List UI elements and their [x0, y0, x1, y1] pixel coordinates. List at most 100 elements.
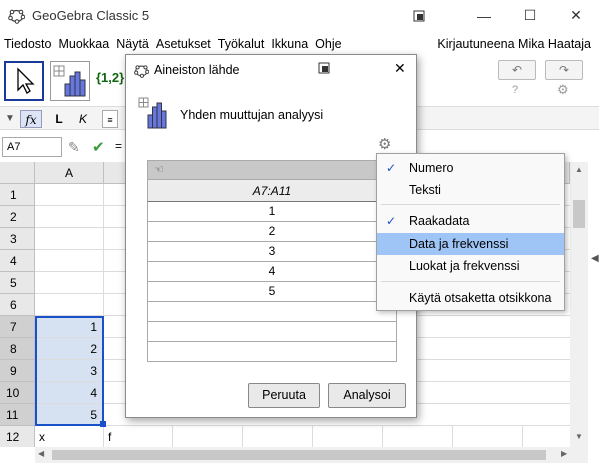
cancel-button[interactable]: Peruuta [248, 383, 320, 408]
menu-help[interactable]: Ohje [312, 37, 344, 51]
menu-separator [381, 204, 560, 205]
cell-reference-field[interactable]: A7 [2, 137, 62, 157]
menu-item-label: Teksti [409, 183, 441, 197]
cell-a8[interactable]: 2 [35, 338, 104, 360]
sheet-grid-row12[interactable] [173, 426, 570, 447]
maximize-button[interactable]: ☐ [507, 0, 553, 31]
redo-button[interactable]: ↷ [545, 60, 583, 80]
scroll-down-icon[interactable]: ▼ [575, 432, 583, 441]
help-icon[interactable]: ? [512, 84, 518, 96]
histogram-icon [53, 65, 86, 97]
check-icon: ✓ [386, 214, 397, 228]
menu-window[interactable]: Ikkuna [268, 37, 311, 51]
menu-item-label: Data ja frekvenssi [409, 237, 509, 251]
menu-item-label: Numero [409, 161, 454, 175]
close-button[interactable]: ✕ [553, 0, 599, 31]
signed-in-user[interactable]: Kirjautuneena Mika Haataja [437, 37, 591, 51]
equals-sign: = [115, 139, 123, 153]
cell-a1[interactable] [35, 184, 104, 206]
table-row[interactable] [147, 342, 397, 362]
table-row[interactable]: 1 [147, 202, 397, 222]
undo-button[interactable]: ↶ [498, 60, 536, 80]
cell-b12[interactable]: f [104, 426, 173, 447]
menu-item-data-and-frequency[interactable]: Data ja frekvenssi [377, 233, 564, 255]
confirm-check-icon[interactable]: ✔ [92, 138, 105, 156]
analysis-type-label: Yhden muuttujan analyysi [180, 108, 324, 122]
fill-handle[interactable] [100, 421, 106, 427]
window-title: GeoGebra Classic 5 [32, 8, 150, 23]
cell-a7[interactable]: 1 [35, 316, 104, 338]
menu-item-use-header-as-title[interactable]: Käytä otsaketta otsikkona [377, 287, 564, 309]
table-row[interactable]: 5 [147, 282, 397, 302]
eraser-icon[interactable]: ✎ [68, 139, 80, 156]
menu-item-text[interactable]: Teksti [377, 179, 564, 201]
function-input-icon[interactable]: fx [20, 110, 42, 128]
menu-view[interactable]: Näytä [113, 37, 152, 51]
menu-edit[interactable]: Muokkaa [55, 37, 112, 51]
expand-panel-icon[interactable]: ◀ [591, 253, 599, 264]
menu-item-label: Käytä otsaketta otsikkona [409, 291, 552, 305]
row-header[interactable]: 10 [0, 382, 35, 404]
row-header[interactable]: 12 [0, 426, 35, 447]
row-header[interactable]: 11 [0, 404, 35, 426]
align-left-icon[interactable]: ≡ [102, 110, 118, 128]
table-row[interactable]: 4 [147, 262, 397, 282]
row-header[interactable]: 8 [0, 338, 35, 360]
cell-a5[interactable] [35, 272, 104, 294]
sheet-corner[interactable] [0, 162, 35, 184]
bold-button[interactable]: L [52, 110, 66, 128]
dialog-pin-icon[interactable] [318, 62, 330, 77]
geogebra-logo-icon [134, 65, 149, 78]
analyze-button[interactable]: Analysoi [328, 383, 406, 408]
settings-gear-icon[interactable]: ⚙ [557, 82, 569, 98]
geogebra-logo-icon [8, 9, 25, 24]
one-variable-analysis-tool-button[interactable] [50, 61, 90, 101]
hand-grab-icon[interactable]: ☜ [147, 160, 397, 180]
menu-item-label: Raakadata [409, 214, 470, 228]
cell-a11[interactable]: 5 [35, 404, 104, 426]
row-header[interactable]: 2 [0, 206, 35, 228]
minimize-button[interactable]: — [461, 0, 507, 31]
options-gear-icon[interactable]: ⚙ [378, 135, 391, 153]
cell-a4[interactable] [35, 250, 104, 272]
cell-a6[interactable] [35, 294, 104, 316]
menu-file[interactable]: Tiedosto [1, 37, 54, 51]
row-header[interactable]: 7 [0, 316, 35, 338]
cell-a12[interactable]: x [35, 426, 104, 447]
dialog-close-icon[interactable]: ✕ [394, 60, 406, 77]
cell-a10[interactable]: 4 [35, 382, 104, 404]
horizontal-scroll-thumb[interactable] [52, 450, 546, 460]
scroll-right-icon[interactable]: ▶ [561, 449, 567, 458]
italic-button[interactable]: K [76, 110, 90, 128]
menu-item-raw-data[interactable]: ✓ Raakadata [377, 210, 564, 232]
vertical-scroll-thumb[interactable] [573, 200, 585, 228]
cell-a3[interactable] [35, 228, 104, 250]
table-row[interactable]: 3 [147, 242, 397, 262]
row-header[interactable]: 1 [0, 184, 35, 206]
menu-item-classes-and-frequency[interactable]: Luokat ja frekvenssi [377, 255, 564, 277]
row-header[interactable]: 9 [0, 360, 35, 382]
row-header[interactable]: 6 [0, 294, 35, 316]
menu-settings[interactable]: Asetukset [153, 37, 214, 51]
table-row[interactable] [147, 322, 397, 342]
scroll-up-icon[interactable]: ▲ [575, 165, 583, 174]
move-tool-button[interactable] [4, 61, 44, 101]
table-row[interactable]: 2 [147, 222, 397, 242]
row-header[interactable]: 3 [0, 228, 35, 250]
scroll-left-icon[interactable]: ◀ [38, 449, 44, 458]
cell-a2[interactable] [35, 206, 104, 228]
menu-bar: Tiedosto Muokkaa Näytä Asetukset Työkalu… [0, 33, 599, 55]
data-source-dialog: Aineiston lähde ✕ Yhden muuttujan analyy… [125, 54, 417, 418]
table-header[interactable]: A7:A11 [147, 180, 397, 202]
table-row[interactable] [147, 302, 397, 322]
menu-separator [381, 281, 560, 282]
cell-a9[interactable]: 3 [35, 360, 104, 382]
create-list-tool-button[interactable]: {1,2} [96, 70, 124, 85]
column-header-a[interactable]: A [35, 162, 104, 184]
format-collapse-icon[interactable]: ▼ [4, 110, 16, 128]
menu-item-number[interactable]: ✓ Numero [377, 157, 564, 179]
row-header[interactable]: 5 [0, 272, 35, 294]
row-header[interactable]: 4 [0, 250, 35, 272]
window-pin-icon[interactable] [396, 0, 442, 31]
menu-tools[interactable]: Työkalut [215, 37, 268, 51]
